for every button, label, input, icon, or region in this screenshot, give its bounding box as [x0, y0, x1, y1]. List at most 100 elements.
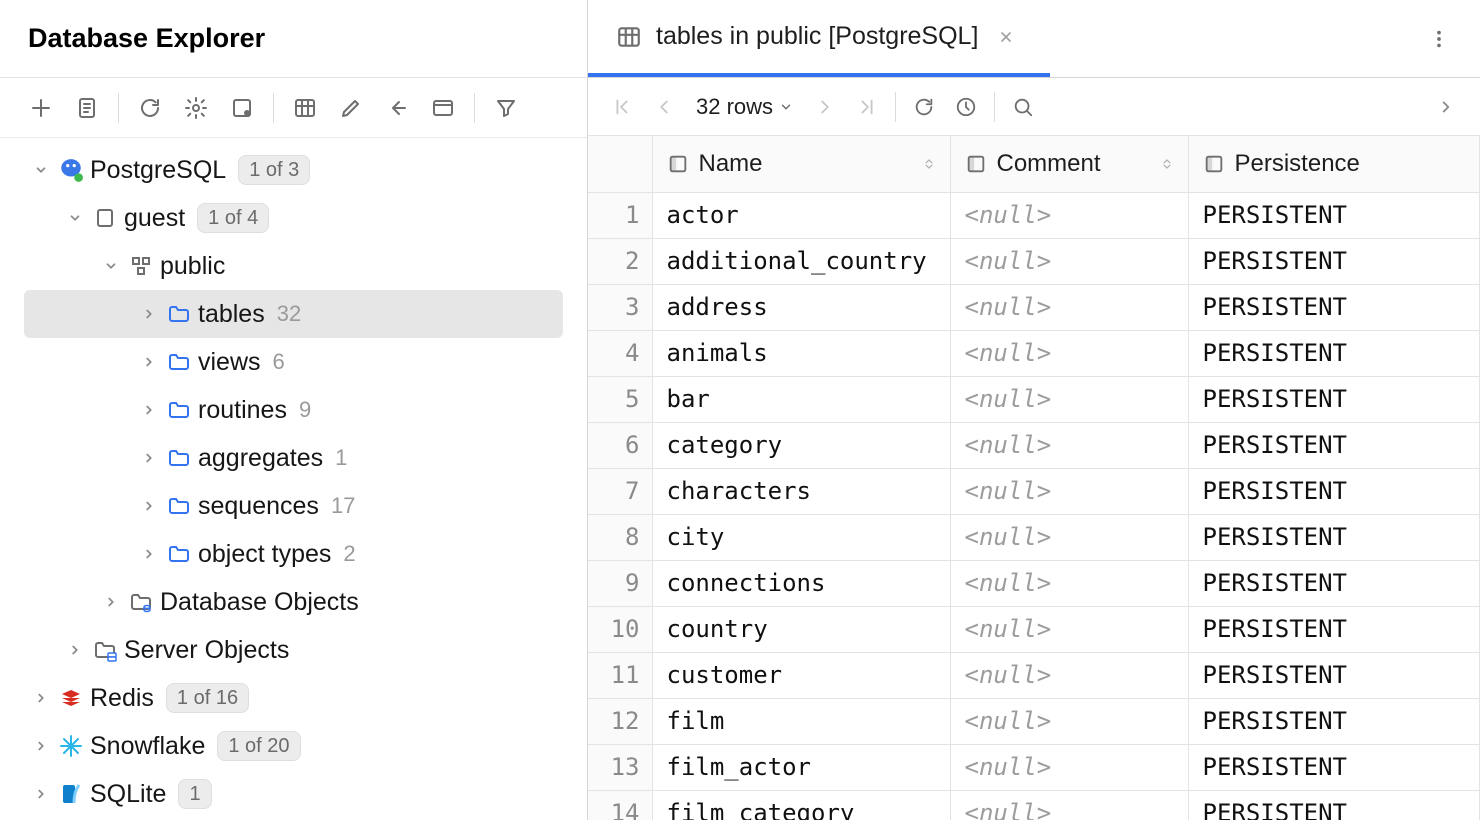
cell-comment[interactable]: <null> — [950, 376, 1188, 422]
chevron-down-icon[interactable] — [28, 163, 54, 177]
row-number[interactable]: 9 — [588, 560, 652, 606]
edit-button[interactable] — [330, 87, 372, 129]
tree-node-object-types[interactable]: object types 2 — [0, 530, 587, 578]
table-row[interactable]: 6category<null>PERSISTENT — [588, 422, 1480, 468]
sort-icon[interactable] — [1160, 155, 1174, 173]
cell-name[interactable]: address — [652, 284, 950, 330]
cell-comment[interactable]: <null> — [950, 744, 1188, 790]
cell-name[interactable]: category — [652, 422, 950, 468]
table-row[interactable]: 11customer<null>PERSISTENT — [588, 652, 1480, 698]
table-view-button[interactable] — [284, 87, 326, 129]
cell-comment[interactable]: <null> — [950, 192, 1188, 238]
expand-button[interactable] — [1426, 87, 1466, 127]
row-number[interactable]: 10 — [588, 606, 652, 652]
cell-comment[interactable]: <null> — [950, 238, 1188, 284]
cell-persistence[interactable]: PERSISTENT — [1188, 422, 1480, 468]
new-button[interactable] — [20, 87, 62, 129]
data-grid[interactable]: Name Comment Per — [588, 136, 1480, 820]
tree-node-postgresql[interactable]: PostgreSQL 1 of 3 — [0, 146, 587, 194]
tree-node-database-objects[interactable]: Database Objects — [0, 578, 587, 626]
table-row[interactable]: 9connections<null>PERSISTENT — [588, 560, 1480, 606]
chevron-right-icon[interactable] — [28, 787, 54, 801]
cell-comment[interactable]: <null> — [950, 790, 1188, 820]
cell-name[interactable]: film — [652, 698, 950, 744]
tree-node-routines[interactable]: routines 9 — [0, 386, 587, 434]
cell-name[interactable]: film_category — [652, 790, 950, 820]
chevron-right-icon[interactable] — [136, 451, 162, 465]
cell-comment[interactable]: <null> — [950, 698, 1188, 744]
table-row[interactable]: 4animals<null>PERSISTENT — [588, 330, 1480, 376]
table-row[interactable]: 3address<null>PERSISTENT — [588, 284, 1480, 330]
cell-name[interactable]: bar — [652, 376, 950, 422]
tree-node-snowflake[interactable]: Snowflake 1 of 20 — [0, 722, 587, 770]
view-button[interactable] — [422, 87, 464, 129]
row-number[interactable]: 2 — [588, 238, 652, 284]
table-row[interactable]: 10country<null>PERSISTENT — [588, 606, 1480, 652]
chevron-right-icon[interactable] — [28, 691, 54, 705]
reload-button[interactable] — [904, 87, 944, 127]
tree-node-sequences[interactable]: sequences 17 — [0, 482, 587, 530]
table-row[interactable]: 5bar<null>PERSISTENT — [588, 376, 1480, 422]
cell-persistence[interactable]: PERSISTENT — [1188, 790, 1480, 820]
table-row[interactable]: 8city<null>PERSISTENT — [588, 514, 1480, 560]
history-button[interactable] — [946, 87, 986, 127]
console-button[interactable] — [66, 87, 108, 129]
cell-persistence[interactable]: PERSISTENT — [1188, 606, 1480, 652]
cell-name[interactable]: film_actor — [652, 744, 950, 790]
chevron-right-icon[interactable] — [136, 499, 162, 513]
row-number[interactable]: 1 — [588, 192, 652, 238]
cell-name[interactable]: country — [652, 606, 950, 652]
table-row[interactable]: 12film<null>PERSISTENT — [588, 698, 1480, 744]
stop-button[interactable] — [221, 87, 263, 129]
tree-node-guest[interactable]: guest 1 of 4 — [0, 194, 587, 242]
chevron-right-icon[interactable] — [136, 403, 162, 417]
chevron-right-icon[interactable] — [136, 307, 162, 321]
first-page-button[interactable] — [602, 87, 642, 127]
tree-node-tables[interactable]: tables 32 — [24, 290, 563, 338]
cell-comment[interactable]: <null> — [950, 560, 1188, 606]
cell-persistence[interactable]: PERSISTENT — [1188, 376, 1480, 422]
cell-persistence[interactable]: PERSISTENT — [1188, 330, 1480, 376]
refresh-button[interactable] — [129, 87, 171, 129]
cell-persistence[interactable]: PERSISTENT — [1188, 652, 1480, 698]
cell-comment[interactable]: <null> — [950, 422, 1188, 468]
tree-node-server-objects[interactable]: Server Objects — [0, 626, 587, 674]
tree-node-public[interactable]: public — [0, 242, 587, 290]
column-header-rownum[interactable] — [588, 136, 652, 192]
cell-persistence[interactable]: PERSISTENT — [1188, 560, 1480, 606]
tree-node-views[interactable]: views 6 — [0, 338, 587, 386]
jump-button[interactable] — [376, 87, 418, 129]
cell-persistence[interactable]: PERSISTENT — [1188, 192, 1480, 238]
sort-icon[interactable] — [922, 155, 936, 173]
cell-persistence[interactable]: PERSISTENT — [1188, 744, 1480, 790]
chevron-down-icon[interactable] — [62, 211, 88, 225]
cell-name[interactable]: characters — [652, 468, 950, 514]
cell-comment[interactable]: <null> — [950, 606, 1188, 652]
cell-persistence[interactable]: PERSISTENT — [1188, 698, 1480, 744]
cell-persistence[interactable]: PERSISTENT — [1188, 284, 1480, 330]
more-options-button[interactable] — [1418, 18, 1460, 60]
row-number[interactable]: 11 — [588, 652, 652, 698]
settings-button[interactable] — [175, 87, 217, 129]
row-number[interactable]: 3 — [588, 284, 652, 330]
row-number[interactable]: 6 — [588, 422, 652, 468]
cell-name[interactable]: city — [652, 514, 950, 560]
chevron-right-icon[interactable] — [136, 547, 162, 561]
cell-comment[interactable]: <null> — [950, 284, 1188, 330]
cell-comment[interactable]: <null> — [950, 652, 1188, 698]
table-row[interactable]: 2additional_country<null>PERSISTENT — [588, 238, 1480, 284]
column-header-comment[interactable]: Comment — [950, 136, 1188, 192]
cell-name[interactable]: animals — [652, 330, 950, 376]
chevron-right-icon[interactable] — [28, 739, 54, 753]
cell-name[interactable]: connections — [652, 560, 950, 606]
row-number[interactable]: 13 — [588, 744, 652, 790]
tab-tables-in-public[interactable]: tables in public [PostgreSQL] — [588, 0, 1050, 77]
table-row[interactable]: 14film_category<null>PERSISTENT — [588, 790, 1480, 820]
search-button[interactable] — [1003, 87, 1043, 127]
last-page-button[interactable] — [847, 87, 887, 127]
chevron-right-icon[interactable] — [62, 643, 88, 657]
cell-comment[interactable]: <null> — [950, 330, 1188, 376]
cell-name[interactable]: additional_country — [652, 238, 950, 284]
cell-comment[interactable]: <null> — [950, 514, 1188, 560]
tree-node-sqlite[interactable]: SQLite 1 — [0, 770, 587, 818]
